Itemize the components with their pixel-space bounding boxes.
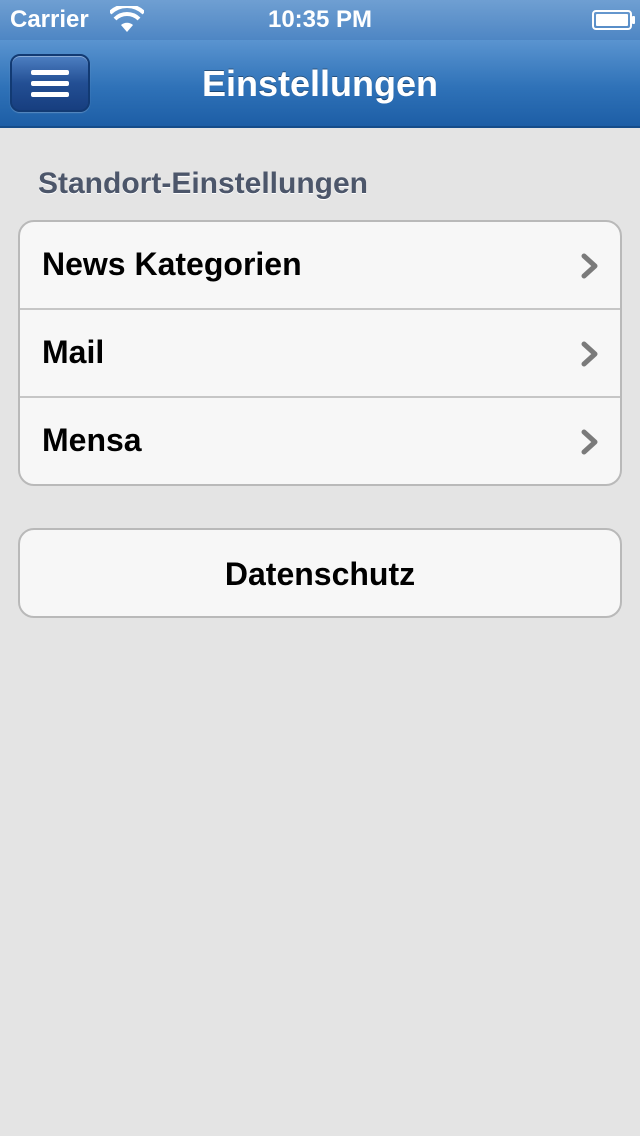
- navigation-bar: Einstellungen: [0, 40, 640, 128]
- settings-item-mensa[interactable]: Mensa: [20, 398, 620, 484]
- page-title: Einstellungen: [201, 63, 439, 104]
- settings-item-label: News Kategorien: [42, 246, 302, 282]
- settings-item-news-kategorien[interactable]: News Kategorien: [20, 222, 620, 310]
- privacy-button[interactable]: Datenschutz: [20, 530, 620, 616]
- chevron-right-icon: [581, 253, 598, 279]
- privacy-group: Datenschutz: [18, 528, 622, 618]
- battery-icon: [592, 10, 635, 30]
- section-header: Standort-Einstellungen: [38, 167, 368, 200]
- settings-item-mail[interactable]: Mail: [20, 310, 620, 398]
- status-time: 10:35 PM: [267, 6, 373, 33]
- settings-item-label: Mail: [42, 334, 105, 370]
- settings-item-label: Mensa: [42, 422, 142, 458]
- privacy-button-label: Datenschutz: [224, 556, 416, 592]
- status-bar: Carrier 10:35 PM: [0, 0, 640, 40]
- settings-list: News Kategorien Mail Mensa: [18, 220, 622, 486]
- chevron-right-icon: [581, 341, 598, 367]
- menu-button[interactable]: [10, 54, 90, 112]
- chevron-right-icon: [581, 429, 598, 455]
